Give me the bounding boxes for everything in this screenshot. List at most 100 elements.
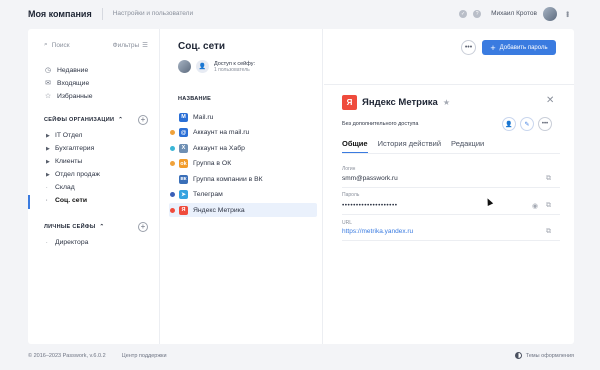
folder-label: Директора <box>55 239 89 246</box>
detail-title: Яндекс Метрика <box>362 97 438 108</box>
service-icon: @ <box>179 128 188 137</box>
folder-social[interactable]: · Соц. сети <box>46 197 87 204</box>
star-icon[interactable]: ★ <box>443 98 450 107</box>
divider <box>342 240 560 241</box>
password-detail: ••• + Добавить пароль Я Яндекс Метрика ★… <box>324 29 574 344</box>
dot-icon: · <box>46 197 48 204</box>
access-status: Без дополнительного доступа <box>342 121 419 127</box>
folder-clients[interactable]: ▶ Клиенты <box>46 158 82 165</box>
nav-inbox[interactable]: ✉ Входящие <box>44 79 90 88</box>
nav-label: Входящие <box>57 79 90 87</box>
list-item[interactable]: ➤ Телеграм <box>169 188 317 202</box>
add-vault-icon[interactable]: + <box>138 115 148 125</box>
edit-icon[interactable]: ✎ <box>520 117 534 131</box>
nav-label: Избранные <box>57 92 93 100</box>
theme-label: Темы оформления <box>525 352 574 359</box>
folder-label: Бухгалтерия <box>55 145 95 152</box>
folder-accounting[interactable]: ▶ Бухгалтерия <box>46 145 94 152</box>
personal-vaults-header[interactable]: ЛИЧНЫЕ СЕЙФЫ ⌃ <box>44 224 104 230</box>
copyright: © 2016–2023 Passwork, v.6.0.2 <box>28 352 106 359</box>
eye-icon[interactable]: ◉ <box>532 202 538 210</box>
dot-icon: · <box>46 239 48 246</box>
plus-icon: + <box>490 42 496 53</box>
vault-access[interactable]: 👤 Доступ к сейфу: 1 пользователь <box>178 60 255 73</box>
company-name[interactable]: Моя компания <box>28 9 92 19</box>
folder-it[interactable]: ▶ IT Отдел <box>46 132 82 139</box>
add-personal-vault-icon[interactable]: + <box>138 222 148 232</box>
chevron-up-icon: ⌃ <box>99 224 105 230</box>
list-item-label: Яндекс Метрика <box>193 206 245 214</box>
vault-title: Соц. сети <box>178 41 226 52</box>
username[interactable]: Михаил Кротов <box>491 10 537 17</box>
service-icon: ok <box>179 159 188 168</box>
copy-icon[interactable]: ⧉ <box>546 175 551 183</box>
divider <box>101 7 103 20</box>
search-input[interactable]: Поиск <box>52 42 70 49</box>
login-value[interactable]: smm@passwork.ru <box>342 175 398 182</box>
user-area: ✓ ? Михаил Кротов ••• <box>459 6 572 21</box>
list-item[interactable]: @ Аккаунт на mail.ru <box>169 126 317 140</box>
divider <box>342 187 560 188</box>
tab-revisions[interactable]: Редакции <box>451 139 484 153</box>
tab-general[interactable]: Общие <box>342 139 368 153</box>
tab-history[interactable]: История действий <box>378 139 441 153</box>
divider <box>324 84 574 85</box>
org-vaults-header[interactable]: СЕЙФЫ ОРГАНИЗАЦИИ ⌃ <box>44 117 123 123</box>
nav-favorites[interactable]: ☆ Избранные <box>44 92 93 101</box>
caret-right-icon: ▶ <box>46 171 50 178</box>
detail-header: Я Яндекс Метрика ★ <box>342 95 450 110</box>
folder-sales[interactable]: ▶ Отдел продаж <box>46 171 100 178</box>
copy-icon[interactable]: ⧉ <box>546 202 551 210</box>
detail-tabs: Общие История действий Редакции <box>342 139 484 153</box>
filters-label: Фильтры <box>112 41 140 49</box>
theme-icon <box>514 352 522 359</box>
divider <box>342 214 560 215</box>
list-item[interactable]: Х Аккаунт на Хабр <box>169 141 317 155</box>
close-icon[interactable]: ✕ <box>546 95 554 106</box>
folder-label: Отдел продаж <box>55 171 100 178</box>
nav-recent[interactable]: ◷ Недавние <box>44 66 88 75</box>
caret-right-icon: ▶ <box>46 158 50 165</box>
search-icon: ⌕ <box>44 41 48 48</box>
list-item[interactable]: ok Группа в ОК <box>169 157 317 171</box>
folder-label: IT Отдел <box>55 132 83 139</box>
users-icon[interactable]: 👤 <box>196 60 209 73</box>
share-user-icon[interactable]: 👤 <box>502 117 516 131</box>
search-bar[interactable]: ⌕ Поиск Фильтры ☰ <box>44 41 148 49</box>
support-link[interactable]: Центр поддержки <box>122 353 167 359</box>
list-item[interactable]: вк Группа компании в ВК <box>169 172 317 186</box>
list-item[interactable]: Я Яндекс Метрика <box>169 203 317 217</box>
list-item[interactable]: M Mail.ru <box>169 110 317 124</box>
color-tag-dot <box>170 130 175 135</box>
folder-directors[interactable]: · Директора <box>46 239 88 246</box>
more-menu-icon[interactable]: ••• <box>563 11 572 16</box>
list-item-label: Телеграм <box>193 191 223 198</box>
help-icon[interactable]: ? <box>473 9 482 18</box>
url-value[interactable]: https://metrika.yandex.ru <box>342 228 413 235</box>
yandex-icon: Я <box>342 95 357 110</box>
folder-warehouse[interactable]: · Склад <box>46 184 75 191</box>
sidebar: ⌕ Поиск Фильтры ☰ ◷ Недавние ✉ Входящие … <box>28 29 160 344</box>
divider <box>342 153 560 154</box>
service-icon: вк <box>179 174 188 184</box>
settings-link[interactable]: Настройки и пользователи <box>113 10 193 17</box>
access-count: 1 пользователь <box>214 66 250 73</box>
password-value[interactable]: •••••••••••••••••••• <box>342 202 398 209</box>
list-item-label: Группа компании в ВК <box>193 175 263 183</box>
add-password-label: Добавить пароль <box>499 44 548 51</box>
list-item-label: Группа в ОК <box>193 160 232 167</box>
access-info: Доступ к сейфу: 1 пользователь <box>214 61 255 73</box>
service-icon: ➤ <box>179 190 188 199</box>
color-tag-dot <box>170 192 175 197</box>
login-label: Логин <box>342 166 356 172</box>
check-icon[interactable]: ✓ <box>459 9 468 18</box>
section-title: ЛИЧНЫЕ СЕЙФЫ <box>44 224 96 230</box>
avatar[interactable] <box>543 6 557 21</box>
filters-button[interactable]: Фильтры ☰ <box>112 41 148 50</box>
more-button[interactable]: ••• <box>461 40 476 55</box>
column-header-name[interactable]: НАЗВАНИЕ <box>178 96 211 102</box>
copy-icon[interactable]: ⧉ <box>546 228 551 236</box>
theme-switcher[interactable]: Темы оформления <box>514 352 574 359</box>
more-icon[interactable]: ••• <box>538 117 552 131</box>
add-password-button[interactable]: + Добавить пароль <box>482 40 556 55</box>
